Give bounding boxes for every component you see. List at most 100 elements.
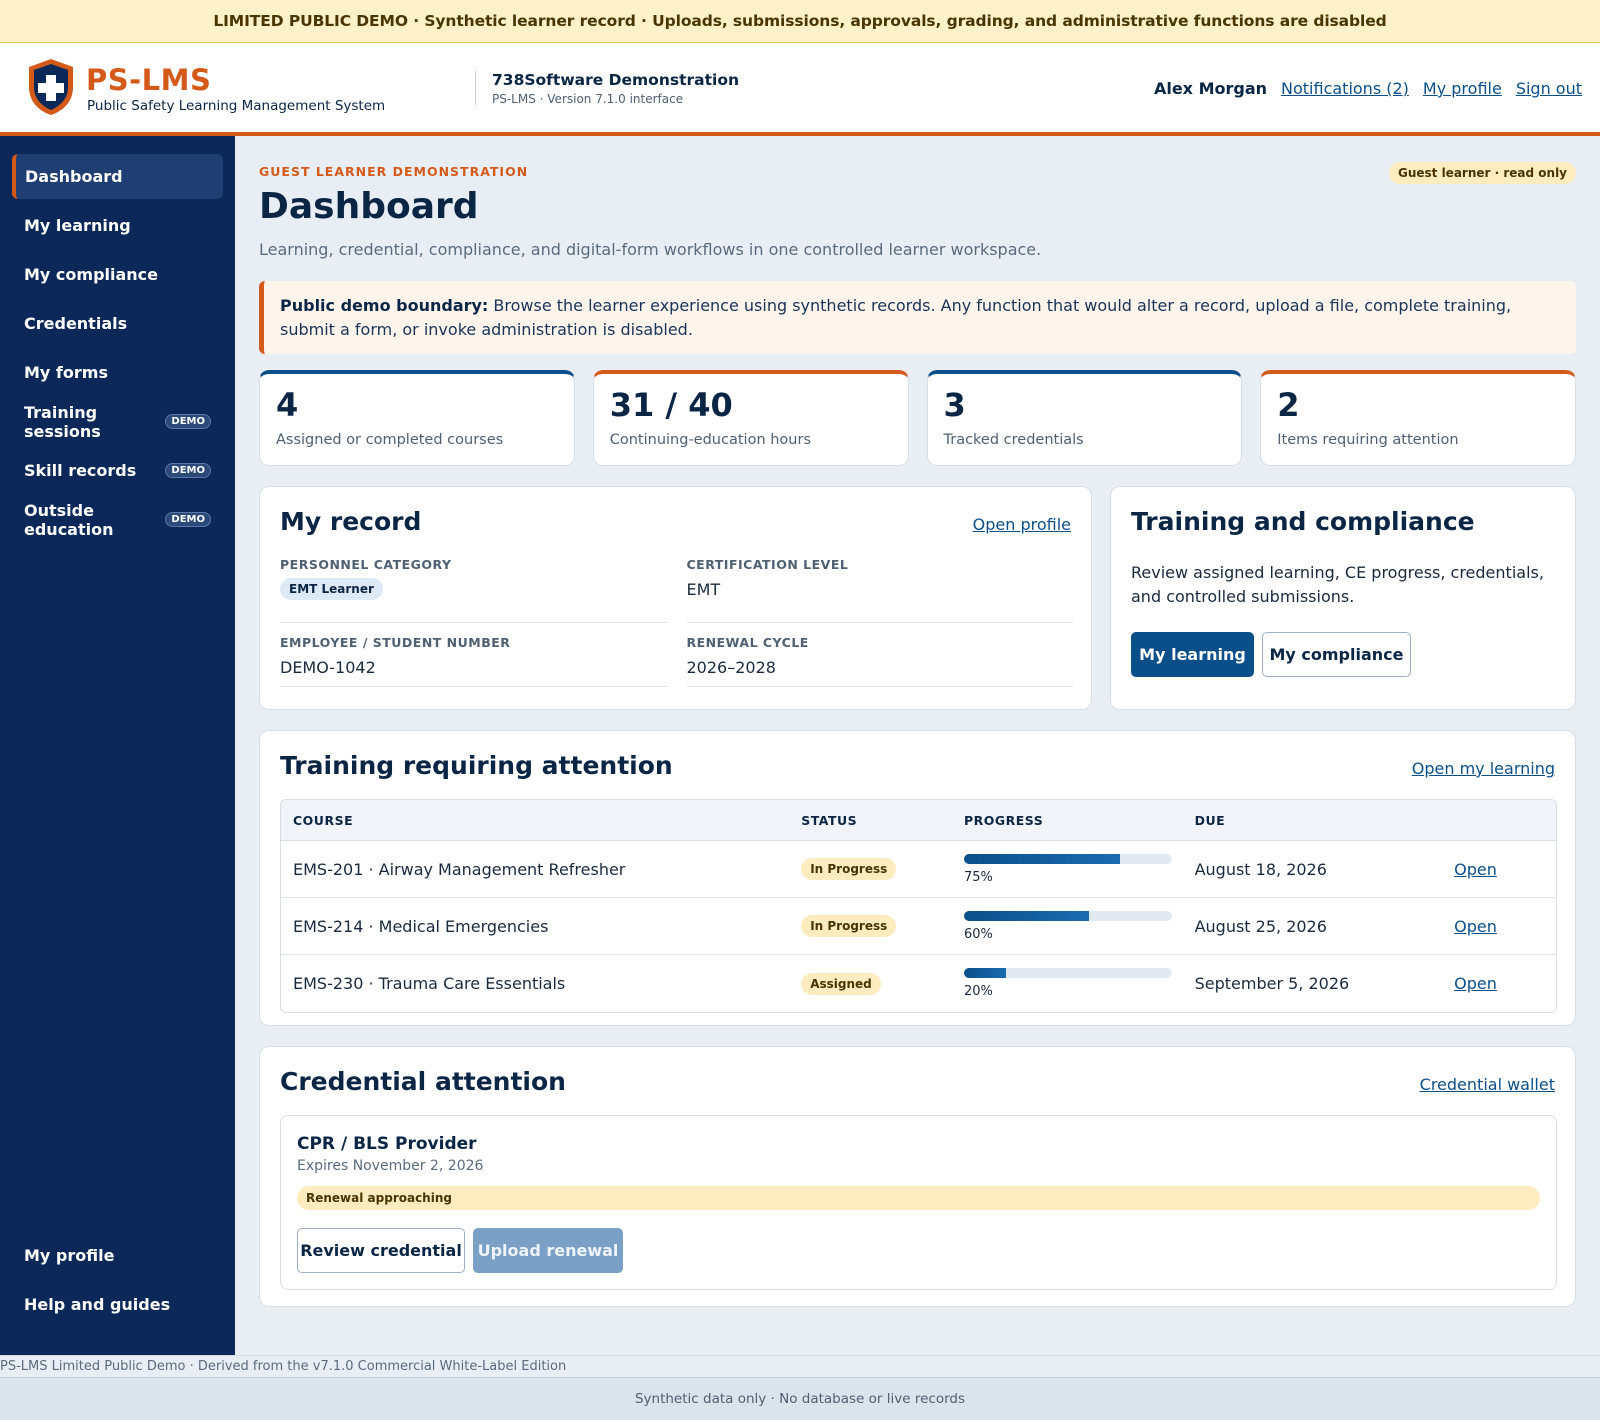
credential-status-badge: Renewal approaching xyxy=(297,1186,1540,1210)
credential-item: CPR / BLS Provider Expires November 2, 2… xyxy=(280,1115,1557,1290)
sidebar-item-my-learning[interactable]: My learning xyxy=(12,203,223,248)
stat-card-ce-hours: 31 / 40 Continuing-education hours xyxy=(592,370,909,466)
table-row: EMS-230 · Trauma Care Essentials Assigne… xyxy=(281,955,1556,1012)
stat-label: Assigned or completed courses xyxy=(276,432,504,448)
sidebar-item-credentials[interactable]: Credentials xyxy=(12,301,223,346)
field-label: RENEWAL CYCLE xyxy=(686,635,809,650)
training-compliance-card: Training and compliance Review assigned … xyxy=(1110,486,1576,710)
progress-cell: 75% xyxy=(963,853,1195,885)
notifications-link[interactable]: Notifications (2) xyxy=(1281,79,1409,98)
certification-level: CERTIFICATION LEVEL EMT xyxy=(686,557,1073,623)
employee-number: EMPLOYEE / STUDENT NUMBER DEMO-1042 xyxy=(280,623,667,687)
my-record-card: My record Open profile PERSONNEL CATEGOR… xyxy=(259,486,1092,710)
progress-percent: 60% xyxy=(963,926,993,942)
sidebar-item-label: Skill records xyxy=(24,461,137,480)
demo-banner: LIMITED PUBLIC DEMO · Synthetic learner … xyxy=(0,0,1600,43)
status-badge: In Progress xyxy=(801,858,897,880)
sidebar-item-skill-records[interactable]: Skill records DEMO xyxy=(12,448,223,493)
field-value: 2026–2028 xyxy=(686,658,776,677)
stat-card-courses: 4 Assigned or completed courses xyxy=(259,370,575,466)
column-header-due: DUE xyxy=(1194,812,1226,828)
credential-name: CPR / BLS Provider xyxy=(297,1134,477,1154)
status-cell: In Progress xyxy=(801,915,964,937)
field-label: PERSONNEL CATEGORY xyxy=(280,557,452,572)
progress-percent: 20% xyxy=(963,984,993,999)
table-row: EMS-214 · Medical Emergencies In Progres… xyxy=(281,898,1556,955)
field-label: CERTIFICATION LEVEL xyxy=(686,557,849,572)
credential-attention-title: Credential attention xyxy=(280,1067,566,1096)
stat-label: Items requiring attention xyxy=(1277,432,1459,448)
review-credential-button[interactable]: Review credential xyxy=(297,1228,465,1273)
open-course-link[interactable]: Open xyxy=(1454,974,1497,993)
demo-notice: Public demo boundary: Browse the learner… xyxy=(259,281,1576,354)
sidebar-item-my-profile[interactable]: My profile xyxy=(12,1233,223,1278)
personnel-chip: EMT Learner xyxy=(280,578,383,600)
sidebar-item-my-compliance[interactable]: My compliance xyxy=(12,252,223,297)
stat-label: Tracked credentials xyxy=(943,432,1084,448)
training-table: COURSE STATUS PROGRESS DUE EMS-201 · Air… xyxy=(280,799,1557,1013)
open-course-link[interactable]: Open xyxy=(1454,917,1497,936)
page-title: Dashboard xyxy=(259,186,479,227)
footer-notice: Synthetic data only · No database or liv… xyxy=(0,1377,1600,1420)
sign-out-link[interactable]: Sign out xyxy=(1516,79,1582,98)
sidebar-item-help[interactable]: Help and guides xyxy=(12,1282,223,1327)
due-date: September 5, 2026 xyxy=(1194,974,1350,993)
app-header: PS-LMS Public Safety Learning Management… xyxy=(0,43,1600,136)
progress-fill xyxy=(963,853,1120,864)
personnel-category: PERSONNEL CATEGORY EMT Learner xyxy=(280,557,667,623)
notice-label: Public demo boundary: xyxy=(280,296,489,315)
training-attention-title: Training requiring attention xyxy=(280,751,673,780)
due-date: August 25, 2026 xyxy=(1194,916,1327,936)
training-compliance-title: Training and compliance xyxy=(1131,507,1475,536)
my-compliance-button[interactable]: My compliance xyxy=(1262,632,1411,677)
record-grid: PERSONNEL CATEGORY EMT Learner CERTIFICA… xyxy=(280,557,1073,687)
org-name: 738Software Demonstration xyxy=(492,71,740,89)
open-course-link[interactable]: Open xyxy=(1454,860,1497,879)
sidebar-item-outside-education[interactable]: Outside education DEMO xyxy=(12,497,223,542)
field-value: EMT xyxy=(686,580,721,599)
course-name: EMS-230 · Trauma Care Essentials xyxy=(293,974,566,993)
progress-percent: 75% xyxy=(963,869,993,885)
column-header-status: STATUS xyxy=(801,812,858,828)
sidebar-item-label: My learning xyxy=(24,216,131,235)
my-record-title: My record xyxy=(280,507,422,536)
upload-renewal-button: Upload renewal xyxy=(473,1228,623,1273)
action-cell: Open xyxy=(1454,860,1556,879)
course-name: EMS-201 · Airway Management Refresher xyxy=(293,859,626,879)
sidebar-item-dashboard[interactable]: Dashboard xyxy=(12,154,223,199)
stat-value: 4 xyxy=(276,386,299,424)
status-badge: In Progress xyxy=(801,915,897,937)
my-learning-button[interactable]: My learning xyxy=(1131,632,1254,677)
credential-wallet-link[interactable]: Credential wallet xyxy=(1420,1075,1555,1094)
role-badge: Guest learner · read only xyxy=(1388,162,1576,184)
org-block: 738Software Demonstration PS-LMS · Versi… xyxy=(475,71,740,106)
shield-cross-icon xyxy=(29,59,73,115)
progress-fill xyxy=(963,968,1006,978)
open-my-learning-link[interactable]: Open my learning xyxy=(1412,759,1555,778)
stat-label: Continuing-education hours xyxy=(609,432,812,448)
header-nav: Alex Morgan Notifications (2) My profile… xyxy=(1154,79,1582,98)
progress-cell: 20% xyxy=(963,968,1195,999)
table-header: COURSE STATUS PROGRESS DUE xyxy=(281,800,1556,841)
my-profile-link[interactable]: My profile xyxy=(1423,79,1502,98)
page-subtitle: Learning, credential, compliance, and di… xyxy=(259,240,1042,259)
sidebar-item-label: My profile xyxy=(24,1246,115,1265)
stat-card-attention: 2 Items requiring attention xyxy=(1260,370,1576,466)
stat-value: 3 xyxy=(943,386,966,424)
brand-name: PS-LMS xyxy=(86,63,212,97)
sidebar-item-label: Dashboard xyxy=(25,167,123,186)
stats-row: 4 Assigned or completed courses 31 / 40 … xyxy=(259,370,1576,466)
sidebar-item-label: Training sessions xyxy=(24,402,101,441)
sidebar-item-label: My forms xyxy=(24,363,108,382)
open-profile-link[interactable]: Open profile xyxy=(973,515,1071,534)
demo-badge: DEMO xyxy=(165,414,211,429)
status-cell: In Progress xyxy=(801,858,964,880)
org-version: PS-LMS · Version 7.1.0 interface xyxy=(492,92,684,106)
sidebar-item-training-sessions[interactable]: Training sessions DEMO xyxy=(12,399,223,444)
sidebar-item-label: My compliance xyxy=(24,265,159,284)
progress-fill xyxy=(963,910,1089,921)
training-compliance-text: Review assigned learning, CE progress, c… xyxy=(1131,563,1544,606)
stat-card-credentials: 3 Tracked credentials xyxy=(926,370,1243,466)
sidebar-item-my-forms[interactable]: My forms xyxy=(12,350,223,395)
progress-bar xyxy=(963,853,1172,864)
